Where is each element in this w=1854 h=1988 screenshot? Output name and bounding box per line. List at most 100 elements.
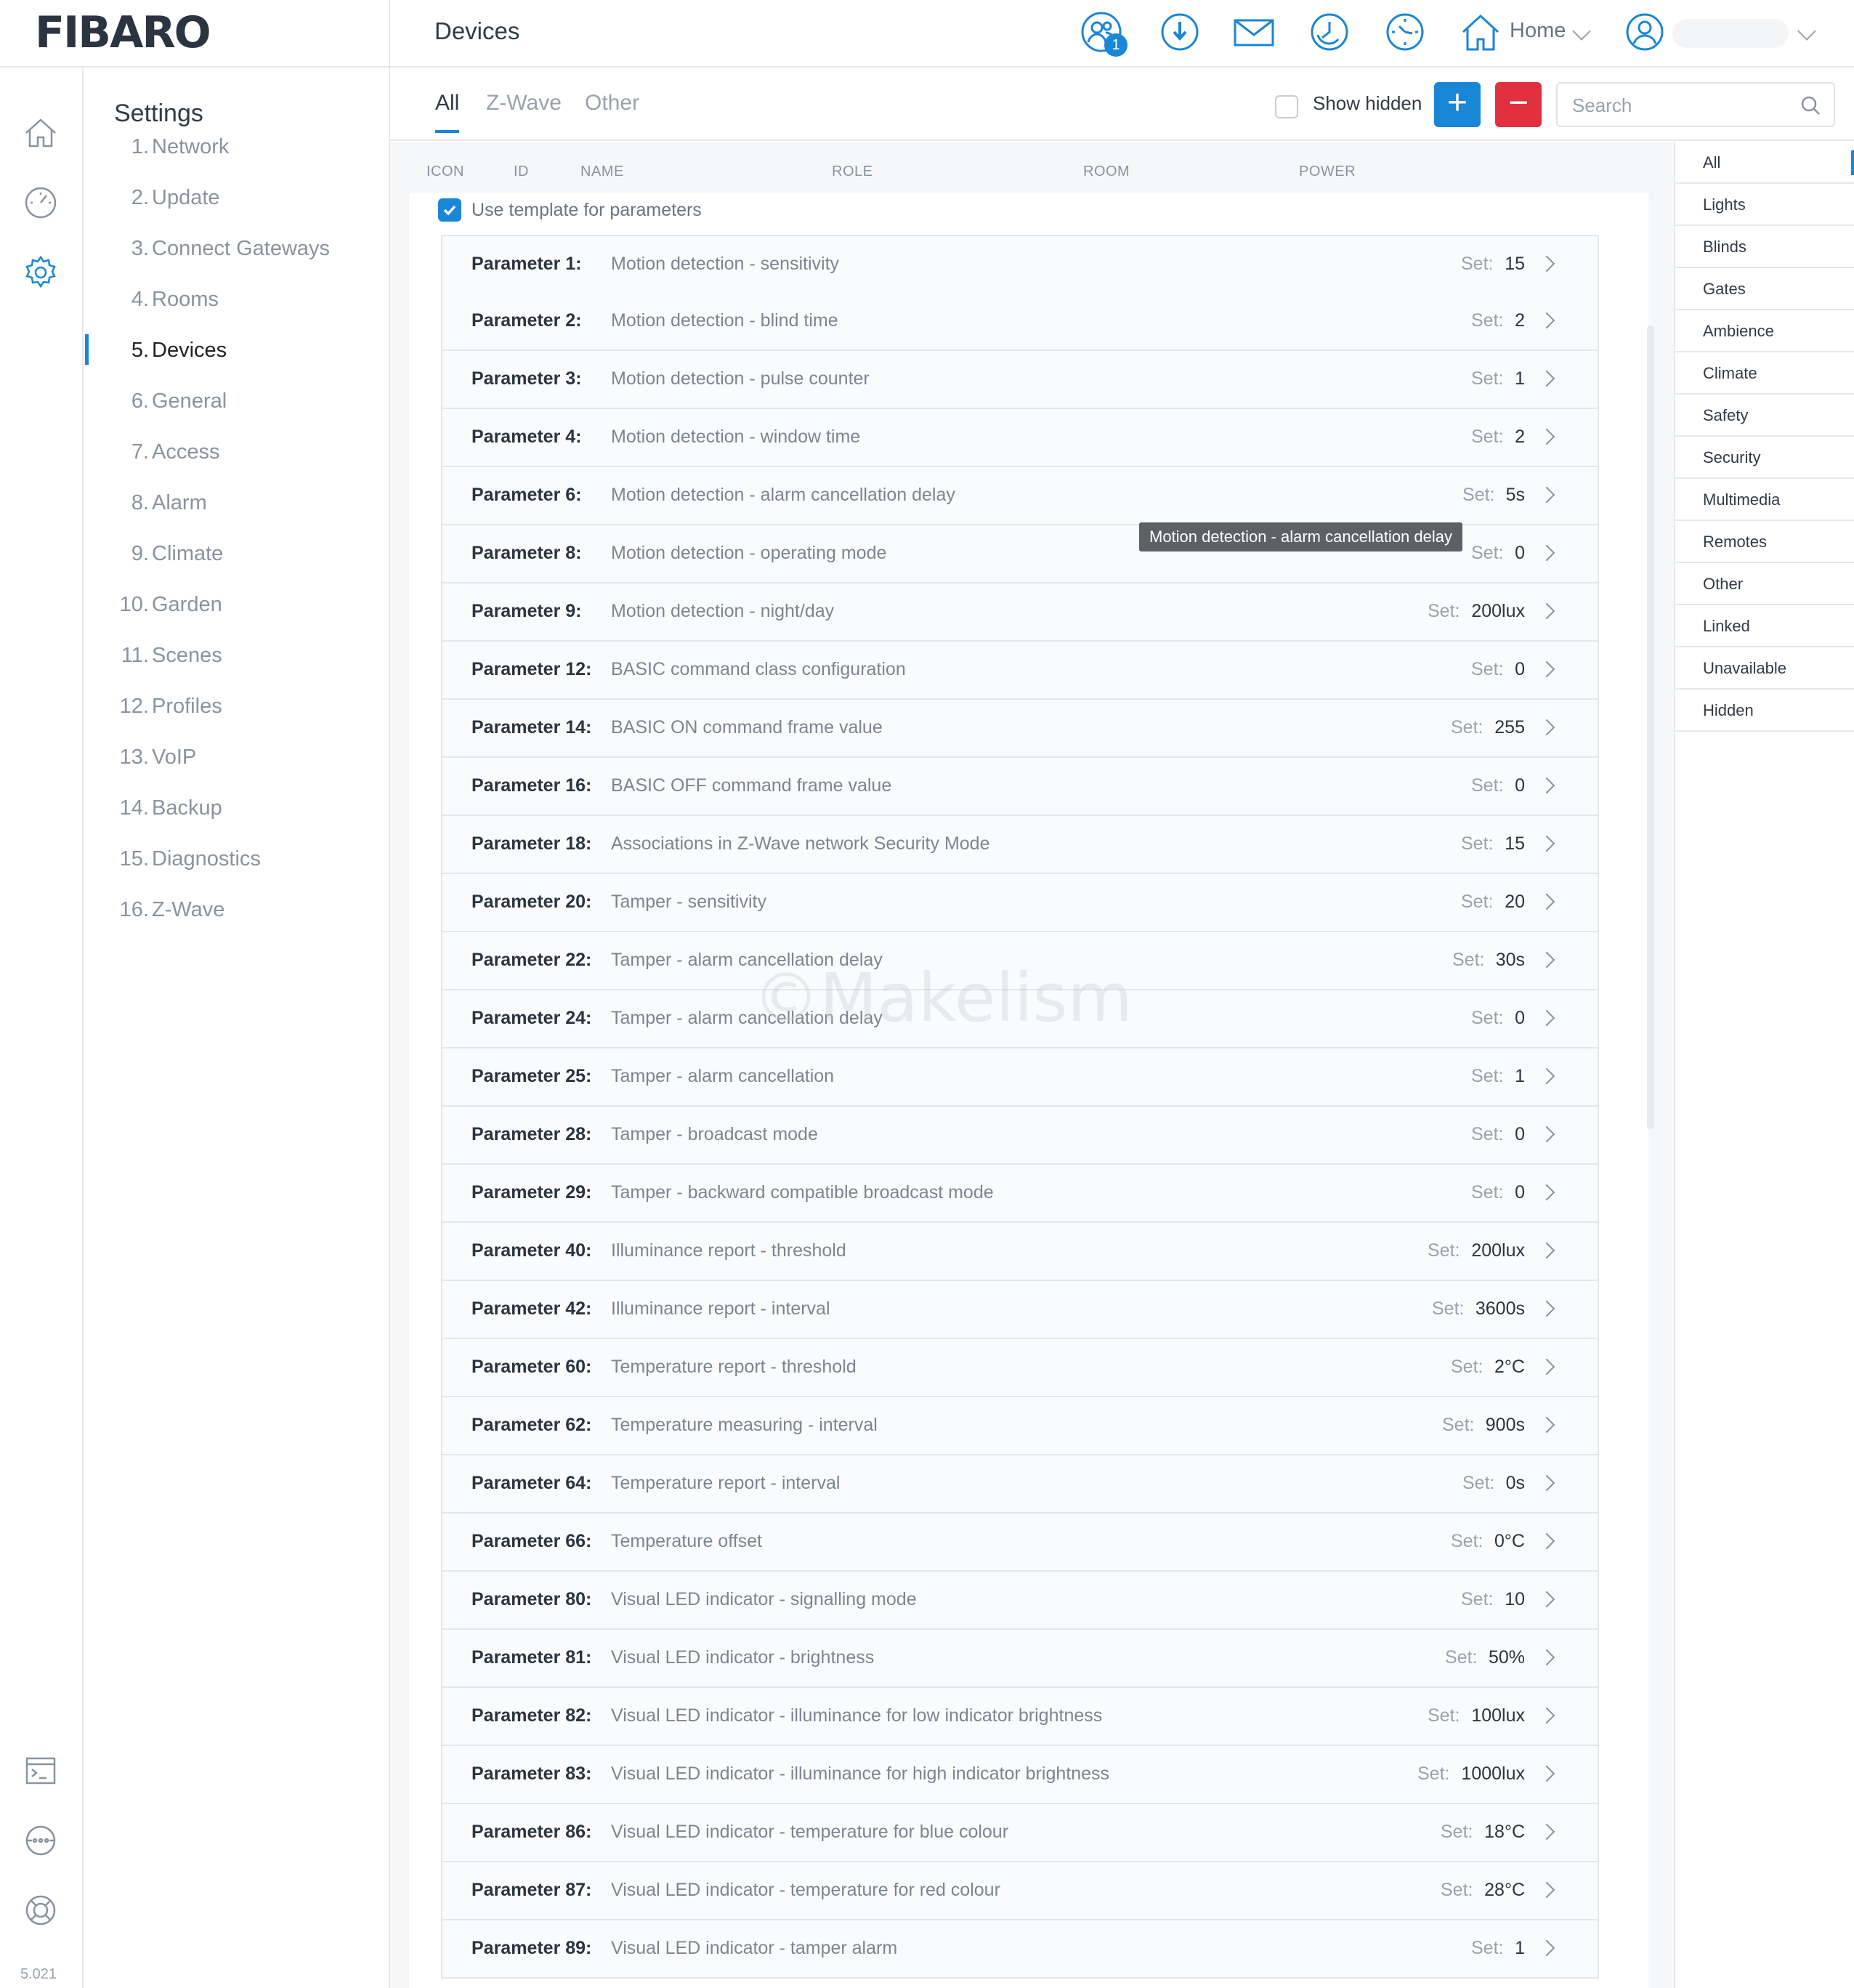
filter-linked[interactable]: Linked (1675, 605, 1854, 647)
filter-ambience[interactable]: Ambience (1675, 310, 1854, 352)
nav-item-backup[interactable]: 14. Backup (85, 788, 389, 828)
chevron-right-icon[interactable] (1538, 1242, 1555, 1259)
chevron-right-icon[interactable] (1538, 1067, 1555, 1085)
parameter-row[interactable]: Parameter 80: Visual LED indicator - sign… (441, 1572, 1599, 1630)
nav-item-rooms[interactable]: 4. Rooms (85, 279, 389, 320)
nav-item-devices[interactable]: 5. Devices (85, 330, 389, 371)
download-icon[interactable] (1158, 10, 1202, 54)
filter-safety[interactable]: Safety (1675, 395, 1854, 437)
chevron-right-icon[interactable] (1538, 1881, 1555, 1899)
tab-other[interactable]: Other (585, 91, 639, 116)
filter-multimedia[interactable]: Multimedia (1675, 479, 1854, 521)
chevron-right-icon[interactable] (1538, 1300, 1555, 1317)
parameter-row[interactable]: Parameter 40: Illuminance report - thresh… (441, 1223, 1599, 1281)
fibaro-logo[interactable]: FIBARO (35, 7, 211, 58)
dashboard-icon[interactable] (22, 184, 60, 222)
chevron-right-icon[interactable] (1538, 1939, 1555, 1957)
parameter-row[interactable]: Parameter 86: Visual LED indicator - temp… (441, 1804, 1599, 1862)
chevron-right-icon[interactable] (1538, 544, 1555, 562)
nav-item-z-wave[interactable]: 16. Z-Wave (85, 889, 389, 930)
chevron-right-icon[interactable] (1538, 1823, 1555, 1840)
use-template-checkbox[interactable] (438, 198, 461, 222)
filter-all[interactable]: All (1675, 142, 1854, 184)
filter-remotes[interactable]: Remotes (1675, 521, 1854, 563)
chevron-right-icon[interactable] (1538, 660, 1555, 678)
parameter-row[interactable]: Parameter 9: Motion detection - night/day… (441, 583, 1599, 642)
nav-item-voip[interactable]: 13. VoIP (85, 737, 389, 777)
filter-hidden[interactable]: Hidden (1675, 690, 1854, 732)
scrollbar[interactable] (1647, 326, 1654, 1129)
chevron-right-icon[interactable] (1538, 1126, 1555, 1143)
parameter-row[interactable]: Parameter 25: Tamper - alarm cancellation… (441, 1048, 1599, 1107)
home-selector-label[interactable]: Home (1510, 19, 1566, 43)
nav-item-connect-gateways[interactable]: 3. Connect Gateways (85, 228, 389, 269)
parameter-row[interactable]: Parameter 83: Visual LED indicator - illu… (441, 1746, 1599, 1804)
chevron-right-icon[interactable] (1538, 1707, 1555, 1724)
chevron-right-icon[interactable] (1538, 951, 1555, 969)
network-icon[interactable] (22, 1822, 60, 1859)
parameter-row[interactable]: Parameter 14: BASIC ON command frame valu… (441, 700, 1599, 758)
nav-item-alarm[interactable]: 8. Alarm (85, 482, 389, 523)
chevron-right-icon[interactable] (1538, 255, 1555, 272)
chevron-right-icon[interactable] (1538, 1184, 1555, 1201)
chevron-right-icon[interactable] (1538, 835, 1555, 852)
parameter-row[interactable]: Parameter 60: Temperature report - thresh… (441, 1339, 1599, 1397)
chevron-right-icon[interactable] (1538, 719, 1555, 736)
filter-other[interactable]: Other (1675, 563, 1854, 605)
nav-item-scenes[interactable]: 11. Scenes (85, 635, 389, 676)
parameter-row[interactable]: Parameter 62: Temperature measuring - int… (441, 1397, 1599, 1455)
filter-gates[interactable]: Gates (1675, 268, 1854, 310)
show-hidden-checkbox[interactable] (1275, 95, 1298, 118)
chevron-right-icon[interactable] (1538, 1474, 1555, 1492)
chevron-right-icon[interactable] (1538, 1532, 1555, 1550)
parameter-row[interactable]: Parameter 89: Visual LED indicator - tamp… (441, 1920, 1599, 1979)
chevron-right-icon[interactable] (1538, 1765, 1555, 1782)
parameter-row[interactable]: Parameter 82: Visual LED indicator - illu… (441, 1688, 1599, 1746)
parameter-row[interactable]: Parameter 1: Motion detection - sensitivi… (441, 235, 1599, 294)
nav-item-climate[interactable]: 9. Climate (85, 533, 389, 574)
account-icon[interactable] (1623, 10, 1667, 54)
parameter-row[interactable]: Parameter 12: BASIC command class configu… (441, 642, 1599, 700)
chevron-right-icon[interactable] (1538, 602, 1555, 620)
home-nav-icon[interactable] (22, 114, 60, 152)
chevron-right-icon[interactable] (1538, 1358, 1555, 1375)
parameter-row[interactable]: Parameter 42: Illuminance report - interv… (441, 1281, 1599, 1339)
parameter-row[interactable]: Parameter 87: Visual LED indicator - temp… (441, 1862, 1599, 1920)
nav-item-profiles[interactable]: 12. Profiles (85, 686, 389, 727)
chevron-right-icon[interactable] (1538, 312, 1555, 329)
parameter-row[interactable]: Parameter 6: Motion detection - alarm can… (441, 467, 1599, 525)
clock-icon[interactable] (1383, 10, 1427, 54)
nav-item-garden[interactable]: 10. Garden (85, 584, 389, 625)
chevron-right-icon[interactable] (1538, 777, 1555, 794)
nav-item-update[interactable]: 2. Update (85, 177, 389, 218)
chevron-right-icon[interactable] (1538, 893, 1555, 910)
chevron-down-icon[interactable] (1572, 22, 1591, 41)
parameter-row[interactable]: Parameter 28: Tamper - broadcast mode Set:… (441, 1107, 1599, 1165)
parameter-row[interactable]: Parameter 81: Visual LED indicator - brig… (441, 1630, 1599, 1688)
nav-item-access[interactable]: 7. Access (85, 432, 389, 472)
parameter-row[interactable]: Parameter 4: Motion detection - window ti… (441, 409, 1599, 467)
chevron-right-icon[interactable] (1538, 1009, 1555, 1027)
chevron-right-icon[interactable] (1538, 1591, 1555, 1608)
chevron-right-icon[interactable] (1538, 428, 1555, 445)
chevron-right-icon[interactable] (1538, 1649, 1555, 1666)
chevron-right-icon[interactable] (1538, 1416, 1555, 1434)
parameter-row[interactable]: Parameter 3: Motion detection - pulse cou… (441, 351, 1599, 409)
filter-climate[interactable]: Climate (1675, 352, 1854, 395)
parameter-row[interactable]: Parameter 16: BASIC OFF command frame val… (441, 758, 1599, 816)
nav-item-network[interactable]: 1. Network (85, 126, 389, 167)
parameter-row[interactable]: Parameter 20: Tamper - sensitivity Set: 20 (441, 874, 1599, 932)
users-icon[interactable]: 1 (1080, 10, 1128, 57)
parameter-row[interactable]: Parameter 2: Motion detection - blind tim… (441, 293, 1599, 351)
chevron-right-icon[interactable] (1538, 370, 1555, 387)
nav-item-diagnostics[interactable]: 15. Diagnostics (85, 839, 389, 879)
add-device-button[interactable]: + (1434, 82, 1481, 127)
mail-icon[interactable] (1231, 10, 1277, 54)
chevron-down-icon[interactable] (1797, 22, 1816, 41)
parameter-row[interactable]: Parameter 29: Tamper - backward compatibl… (441, 1165, 1599, 1223)
tab-z-wave[interactable]: Z-Wave (486, 91, 562, 116)
remove-device-button[interactable]: − (1495, 82, 1542, 127)
settings-gear-icon[interactable] (22, 254, 60, 291)
parameter-row[interactable]: Parameter 18: Associations in Z-Wave netw… (441, 816, 1599, 874)
filter-blinds[interactable]: Blinds (1675, 226, 1854, 268)
